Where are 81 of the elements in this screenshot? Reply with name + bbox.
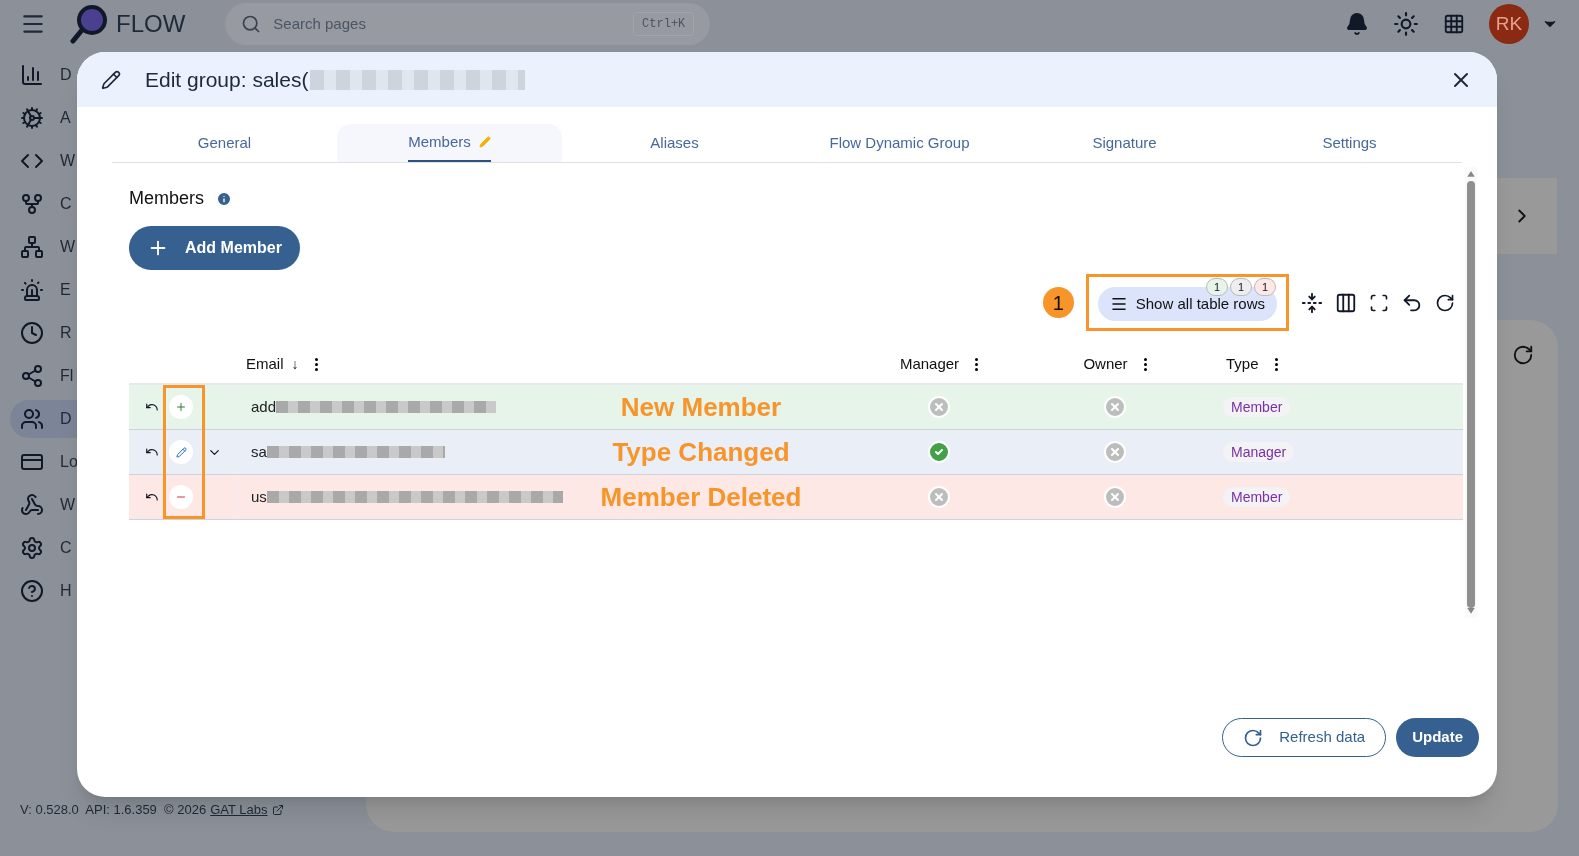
- sidebar-item[interactable]: E: [10, 271, 120, 309]
- column-menu-icon[interactable]: [314, 357, 318, 371]
- plus-icon: [169, 395, 193, 419]
- table-row[interactable]: sa Type Changed Manager: [129, 430, 1463, 475]
- user-avatar[interactable]: RK: [1489, 4, 1529, 44]
- dialog-title: Edit group: sales(: [145, 66, 309, 93]
- table-row[interactable]: us Member Deleted Member: [129, 475, 1463, 520]
- webhook-icon: [20, 493, 44, 517]
- column-header[interactable]: Email: [246, 352, 284, 376]
- scrollbar[interactable]: [1465, 167, 1477, 618]
- sidebar-item[interactable]: R: [10, 314, 120, 352]
- version-text: V: 0.528.0 API: 1.6.359 © 2026: [20, 801, 207, 819]
- column-header[interactable]: Type: [1226, 352, 1259, 376]
- refresh-icon: [1243, 727, 1264, 748]
- nodes-icon: [20, 364, 44, 388]
- add-member-button[interactable]: Add Member: [129, 226, 300, 270]
- sort-arrow[interactable]: ↓: [291, 353, 299, 375]
- company-link[interactable]: GAT Labs: [210, 800, 268, 820]
- magnifier-logo-icon: [70, 4, 108, 44]
- tab[interactable]: Aliases: [562, 124, 787, 162]
- sidebar-item[interactable]: H: [10, 572, 120, 610]
- app-name: FLOW: [116, 9, 186, 39]
- tab[interactable]: Flow Dynamic Group: [787, 124, 1012, 162]
- section-title: Members: [129, 187, 204, 210]
- search-input[interactable]: Search pages: [273, 12, 622, 36]
- apps-grid-icon[interactable]: [1443, 13, 1465, 35]
- density-icon[interactable]: [1301, 291, 1323, 314]
- refresh-icon[interactable]: [1512, 344, 1534, 366]
- column-menu-icon[interactable]: [975, 357, 979, 371]
- annotation-label: New Member: [619, 390, 783, 424]
- column-header[interactable]: Manager: [899, 352, 960, 376]
- sun-icon[interactable]: [1393, 11, 1419, 37]
- type-tag: Member: [1223, 487, 1291, 507]
- type-tag: Manager: [1223, 442, 1295, 462]
- tab[interactable]: Members: [337, 124, 562, 162]
- pencil-icon: [101, 69, 121, 90]
- type-tag: Member: [1223, 397, 1291, 417]
- fork-icon: [20, 192, 44, 216]
- sidebar-item[interactable]: W: [10, 228, 120, 266]
- sidebar-item[interactable]: C: [10, 529, 120, 567]
- bar-chart-icon: [20, 63, 44, 87]
- column-menu-icon[interactable]: [1143, 357, 1147, 371]
- callout-number: 1: [1042, 287, 1074, 318]
- sidebar-item[interactable]: D: [10, 56, 120, 94]
- pencil-icon: [478, 136, 491, 148]
- refresh-icon[interactable]: [1435, 292, 1455, 313]
- clock-icon: [20, 321, 44, 345]
- column-header[interactable]: Owner: [1083, 352, 1128, 376]
- fullscreen-icon[interactable]: [1369, 292, 1389, 313]
- email-text: sa: [251, 441, 267, 462]
- search-icon: [241, 14, 262, 34]
- tab[interactable]: Settings: [1237, 124, 1462, 162]
- count-badge: 1: [1254, 278, 1276, 296]
- pencil-icon: [169, 440, 193, 464]
- users-icon: [20, 407, 44, 431]
- update-button[interactable]: Update: [1396, 718, 1479, 757]
- columns-icon[interactable]: [1335, 291, 1357, 314]
- help-icon: [20, 579, 44, 603]
- external-link-icon: [271, 803, 284, 816]
- settings-icon: [20, 536, 44, 560]
- count-badge: 1: [1206, 278, 1228, 296]
- column-menu-icon[interactable]: [1274, 357, 1278, 371]
- sidebar-item[interactable]: C: [10, 185, 120, 223]
- count-badge: 1: [1230, 278, 1252, 296]
- shortcut-hint: Ctrl+K: [633, 12, 695, 36]
- lines-icon: [1109, 295, 1128, 313]
- minus-icon: [169, 485, 193, 509]
- table-row[interactable]: add New Member Member: [129, 385, 1463, 430]
- sidebar-item[interactable]: Fl: [10, 357, 120, 395]
- gear-icon: [20, 106, 44, 130]
- tab[interactable]: Signature: [1012, 124, 1237, 162]
- siren-icon: [20, 278, 44, 302]
- sidebar-item[interactable]: Lo: [10, 443, 120, 481]
- info-icon[interactable]: [216, 190, 232, 207]
- bell-icon[interactable]: [1345, 12, 1369, 36]
- hierarchy-icon: [20, 235, 44, 259]
- sidebar-item[interactable]: W: [10, 486, 120, 524]
- email-text: us: [251, 486, 267, 507]
- annotation-label: Member Deleted: [599, 480, 803, 514]
- annotation-label: Type Changed: [611, 435, 791, 469]
- email-text: add: [251, 396, 277, 417]
